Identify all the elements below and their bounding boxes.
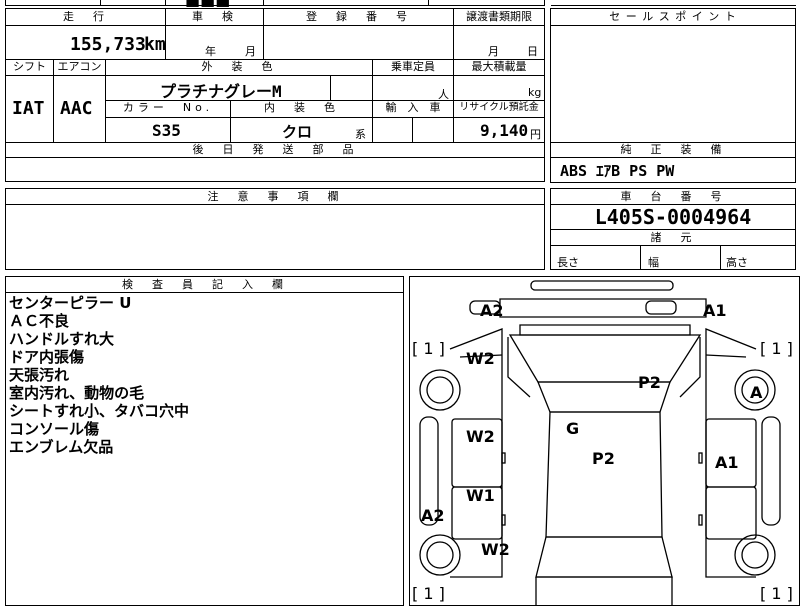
standard-equipment-header: 純 正 装 備 (551, 143, 795, 157)
capacity-unit: 人 (438, 88, 449, 101)
transfer-deadline-header: 譲渡書類期限 (454, 10, 544, 24)
sales-point-header: セ ー ル ス ポ イ ン ト (551, 10, 795, 24)
mark-w1: W1 (466, 486, 495, 505)
interior-color-suffix: 系 (355, 128, 366, 141)
spec-length-label: 長さ (557, 256, 579, 269)
mileage-header: 走 行 (6, 10, 165, 24)
note-line: ドア内張傷 (9, 348, 85, 366)
max-load-header: 最大積載量 (454, 60, 544, 74)
mark-w2-mid: W2 (466, 427, 495, 446)
mark-bracket-right: [ 1 ] (760, 339, 793, 358)
transfer-day-unit: 日 (527, 45, 538, 58)
aircon-value: AAC (60, 98, 93, 119)
car-diagram-box: A2 A1 [ 1 ] [ 1 ] W2 P2 A G W2 P2 A1 W1 … (409, 276, 800, 606)
mark-a-right: A (750, 383, 763, 402)
note-line: ＡＣ不良 (9, 312, 70, 330)
shift-header: シフト (6, 60, 53, 74)
note-line: ハンドルすれ大 (9, 330, 115, 348)
shift-value: IAT (12, 98, 45, 119)
deferred-parts-box (5, 142, 545, 182)
note-line: コンソール傷 (9, 420, 100, 438)
interior-color-header: 内 装 色 (231, 101, 372, 115)
transfer-month-unit: 月 (488, 45, 499, 58)
exterior-color-header: 外 装 色 (106, 60, 372, 74)
note-line: センターピラー U (9, 294, 132, 312)
specs-header: 諸 元 (551, 231, 795, 245)
recycle-fee-value: 9,140 (480, 121, 529, 140)
mileage-value: 155,733 (70, 34, 146, 55)
inspector-notes-list: センターピラー U ＡＣ不良 ハンドルすれ大 ドア内張傷 天張汚れ 室内汚れ、動… (9, 294, 399, 456)
mark-a1-top: A1 (703, 301, 727, 320)
sales-point-box (550, 8, 796, 143)
mark-a2-left: A2 (421, 506, 445, 525)
shaken-header: 車 検 (166, 10, 263, 24)
exterior-color-value: プラチナグレーM (160, 82, 282, 101)
mark-a2-top: A2 (480, 301, 504, 320)
mark-p2-front: P2 (638, 373, 661, 392)
note-line: 天張汚れ (9, 366, 70, 384)
recycle-fee-header: リサイクル預託金 (454, 101, 544, 115)
mark-bracket-left-bottom: [ 1 ] (412, 584, 445, 603)
mark-g-center: G (566, 419, 580, 438)
spec-width-label: 幅 (648, 256, 659, 269)
chassis-header: 車 台 番 号 (551, 190, 795, 204)
color-no-value: S35 (152, 121, 181, 140)
interior-color-value: クロ (282, 123, 313, 141)
note-line: エンブレム欠品 (9, 438, 114, 456)
inspector-notes-header: 検 査 員 記 入 欄 (6, 278, 403, 292)
mark-p2-center: P2 (592, 449, 615, 468)
aircon-header: エアコン (54, 60, 105, 74)
color-no-header: カラー No. (106, 101, 230, 115)
mark-w2-front: W2 (466, 349, 495, 368)
spec-height-label: 高さ (726, 256, 748, 269)
note-line: シートすれ小、タバコ穴中 (9, 402, 190, 420)
note-line: 室内汚れ、動物の毛 (9, 384, 145, 402)
mark-bracket-left: [ 1 ] (412, 339, 445, 358)
registration-header: 登 録 番 号 (264, 10, 453, 24)
chassis-number-value: L405S-0004964 (594, 205, 752, 229)
capacity-header: 乗車定員 (373, 60, 453, 74)
import-car-header: 輸 入 車 (373, 101, 453, 115)
shaken-month-unit: 月 (245, 45, 256, 58)
max-load-unit: kg (528, 86, 542, 99)
mark-a1-right: A1 (715, 453, 739, 472)
mark-bracket-right-bottom: [ 1 ] (760, 584, 793, 603)
recycle-fee-unit: 円 (530, 128, 541, 141)
standard-equipment-value: ABS ｴｱB PS PW (560, 162, 675, 180)
top-strip: ■■■ (0, 0, 800, 9)
caution-header: 注 意 事 項 欄 (6, 190, 544, 204)
mark-w2-rear: W2 (481, 540, 510, 559)
shaken-year-unit: 年 (205, 45, 216, 58)
mileage-unit: km (144, 34, 166, 55)
